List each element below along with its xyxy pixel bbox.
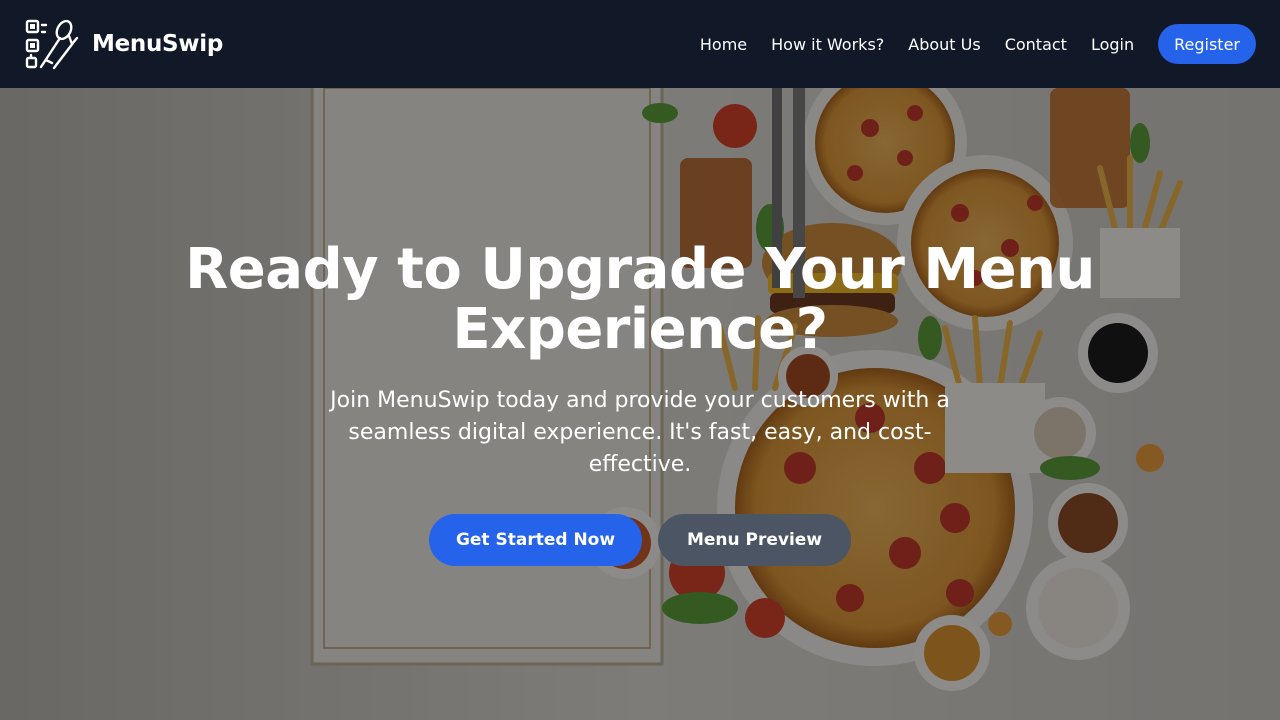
- brand-home-link[interactable]: MenuSwip: [24, 16, 223, 72]
- menu-preview-button[interactable]: Menu Preview: [658, 514, 851, 566]
- navbar: MenuSwip Home How it Works? About Us Con…: [0, 0, 1280, 88]
- nav-link-contact[interactable]: Contact: [1005, 35, 1067, 54]
- main-nav: Home How it Works? About Us Contact Logi…: [700, 24, 1256, 64]
- nav-link-login[interactable]: Login: [1091, 35, 1134, 54]
- hero-content: Ready to Upgrade Your Menu Experience? J…: [0, 88, 1280, 720]
- hero-subtitle: Join MenuSwip today and provide your cus…: [330, 388, 950, 477]
- brand-name: MenuSwip: [92, 31, 223, 57]
- register-button[interactable]: Register: [1158, 24, 1256, 64]
- hero-title: Ready to Upgrade Your Menu Experience?: [185, 237, 1095, 362]
- qr-fork-spoon-icon: [25, 19, 79, 70]
- nav-link-about-us[interactable]: About Us: [908, 35, 980, 54]
- nav-link-how-it-works[interactable]: How it Works?: [771, 35, 884, 54]
- hero-buttons: Get Started Now Menu Preview: [0, 514, 1280, 566]
- get-started-button[interactable]: Get Started Now: [429, 514, 642, 566]
- nav-link-home[interactable]: Home: [700, 35, 747, 54]
- hero-section: Ready to Upgrade Your Menu Experience? J…: [0, 88, 1280, 720]
